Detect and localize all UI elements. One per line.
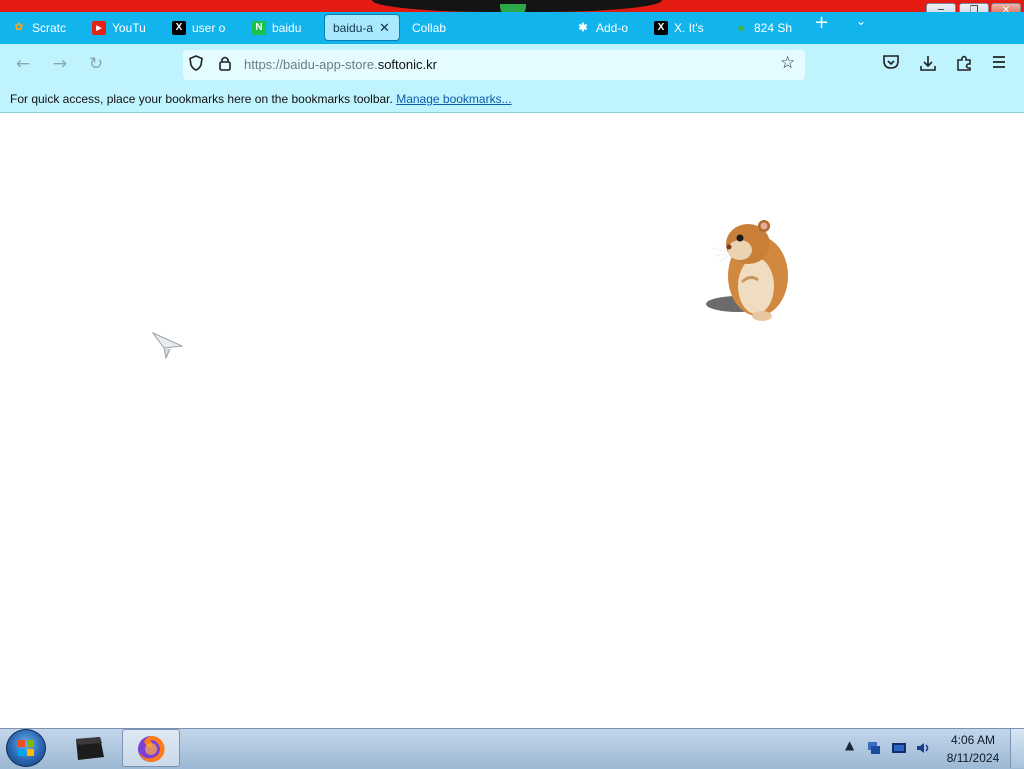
new-tab-button[interactable]: + <box>814 14 829 32</box>
volume-tray-icon[interactable] <box>915 740 931 756</box>
tab-add-ons[interactable]: ✱ Add-o <box>568 14 646 41</box>
tab-collab[interactable]: Collab <box>404 14 484 41</box>
manage-bookmarks-link[interactable]: Manage bookmarks... <box>396 92 511 106</box>
clock-time[interactable]: 4:06 AM <box>940 733 1006 747</box>
bookmark-star-icon[interactable]: ☆ <box>780 53 795 73</box>
shield-icon[interactable] <box>188 55 204 71</box>
tab-label: baidu <box>272 20 302 35</box>
tab-label: Scratc <box>32 20 67 35</box>
tab-baidu-app-store[interactable]: baidu-a ✕ <box>324 14 400 41</box>
tab-label: Collab <box>412 20 447 35</box>
tab-label: YouTu <box>112 20 146 35</box>
taskbar-firefox-button[interactable] <box>122 729 180 767</box>
tab-x[interactable]: X X. It's <box>646 14 726 41</box>
tab-824[interactable]: ● 824 Sh <box>726 14 806 41</box>
x-icon: X <box>172 20 186 35</box>
tab-x-user[interactable]: X user o <box>164 14 244 41</box>
scratch-icon: ✿ <box>14 22 24 33</box>
tab-youtube[interactable]: ▶ YouTu <box>84 14 164 41</box>
tab-strip: ✿ Scratc ▶ YouTu X user o N baidu baidu-… <box>0 12 1024 44</box>
url-prefix: https://baidu-app-store. <box>244 57 378 72</box>
extensions-icon[interactable] <box>955 54 973 72</box>
clock-date[interactable]: 8/11/2024 <box>940 751 1006 765</box>
firefox-icon <box>138 735 165 762</box>
show-desktop-button[interactable] <box>1010 729 1024 768</box>
forward-arrow-icon[interactable]: → <box>49 53 71 75</box>
tab-label: Add-o <box>596 20 629 35</box>
page-content <box>0 113 1024 728</box>
tray-overflow-arrow[interactable]: ▲ <box>845 738 854 752</box>
puzzle-icon: ✱ <box>578 22 588 34</box>
back-arrow-icon[interactable]: ← <box>12 53 34 75</box>
reload-icon[interactable]: ↻ <box>85 53 107 75</box>
taskbar-app-icon[interactable] <box>70 733 108 763</box>
paper-plane-cursor-icon <box>152 332 184 360</box>
naver-icon: N <box>252 20 266 35</box>
youtube-icon: ▶ <box>92 20 106 35</box>
tab-label: X. It's <box>674 20 704 35</box>
close-tab-icon[interactable]: ✕ <box>379 20 390 36</box>
tab-scratch[interactable]: ✿ Scratc <box>4 14 84 41</box>
menu-icon[interactable] <box>991 54 1007 70</box>
pocket-icon[interactable] <box>882 54 900 70</box>
windows-logo-icon <box>18 740 34 756</box>
leaf-icon: ● <box>737 20 745 35</box>
bookmarks-hint: For quick access, place your bookmarks h… <box>10 92 393 106</box>
hamster-image <box>706 220 788 321</box>
download-icon[interactable] <box>919 54 937 72</box>
url-domain: softonic.kr <box>377 57 437 72</box>
bookmarks-message: For quick access, place your bookmarks h… <box>10 92 512 106</box>
tab-baidu[interactable]: N baidu <box>244 14 324 41</box>
list-all-tabs-button[interactable]: ⌄ <box>856 14 866 28</box>
tab-label: 824 Sh <box>754 20 793 35</box>
tab-label: user o <box>192 20 226 35</box>
url-text[interactable]: https://baidu-app-store.softonic.kr <box>244 57 437 72</box>
lock-icon[interactable] <box>218 55 232 71</box>
x-icon: X <box>654 20 668 35</box>
network-tray-icon[interactable] <box>866 740 882 756</box>
display-tray-icon[interactable] <box>891 740 907 756</box>
tab-label: baidu-a <box>333 20 374 35</box>
